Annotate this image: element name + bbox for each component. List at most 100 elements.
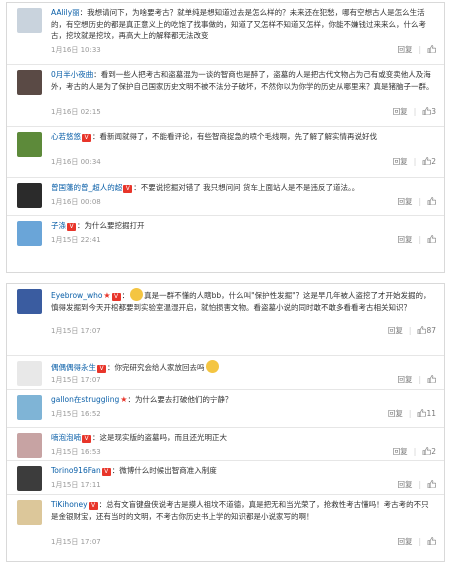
user-avatar[interactable] bbox=[17, 433, 42, 458]
thumbs-up-icon bbox=[427, 479, 436, 488]
comment-text: 你完研究会给人家放回去吗 bbox=[114, 363, 205, 372]
comment-username[interactable]: 子涤 bbox=[51, 221, 66, 230]
comment-item: 子涤 V ：为什么要挖掘打开 1月15日 22:41 回复 | bbox=[7, 216, 444, 254]
like-count: 2 bbox=[431, 157, 436, 167]
verified-badge-icon: V bbox=[82, 435, 91, 443]
comment-body: gallon在struggling★：为什么要去打破他们的宁静？ bbox=[51, 394, 436, 406]
user-avatar[interactable] bbox=[17, 132, 42, 157]
user-avatar[interactable] bbox=[17, 361, 42, 386]
like-button[interactable]: 3 bbox=[422, 107, 436, 116]
comment-username[interactable]: gallon在struggling bbox=[51, 395, 119, 404]
action-divider: | bbox=[408, 408, 412, 418]
comment-body: 喃泡泡喃 V ：这是现实版的盗墓吗，而且还光明正大 bbox=[51, 432, 436, 444]
verified-badge-icon: V bbox=[101, 468, 111, 476]
comment-item: 心若悠悠 V ：看新闻就得了，不能看评论，有些智商捉急的喷个毛线啊，先了解了解实情再… bbox=[7, 127, 444, 178]
comment-actions: 回复 | 11 bbox=[388, 408, 436, 419]
like-count: 11 bbox=[426, 408, 436, 418]
reply-link[interactable]: 回复 bbox=[388, 409, 403, 418]
comment-actions: 回复 | bbox=[397, 196, 436, 207]
comment-text: 为什么要去打破他们的宁静？ bbox=[134, 395, 233, 404]
like-count: 3 bbox=[431, 106, 436, 116]
comment-body: TiKihoney V ：总有文盲键盘侠说考古是摸人祖坟不道德，真是把无和当光荣了，… bbox=[51, 499, 436, 522]
user-avatar[interactable] bbox=[17, 466, 42, 491]
user-avatar[interactable] bbox=[17, 183, 42, 208]
reply-link[interactable]: 回复 bbox=[397, 537, 412, 546]
like-button[interactable] bbox=[427, 44, 436, 54]
comment-body: AAlily丽：我想请问下，为啥要考古？就单纯是想知道过去是怎么样的？未来还在犯… bbox=[51, 7, 436, 42]
comment-username[interactable]: TiKihoney bbox=[51, 500, 88, 509]
comment-colon: ： bbox=[98, 500, 107, 509]
comment-username[interactable]: AAlily丽 bbox=[51, 8, 80, 17]
comment-item: 曾国藩的曾_超人的超 V ：不要说挖掘对错了 我只想问问 货车上面站人是不是违反了道… bbox=[7, 178, 444, 216]
comment-username[interactable]: Torino916Fan bbox=[51, 466, 101, 475]
reply-link[interactable]: 回复 bbox=[397, 480, 412, 489]
user-avatar[interactable] bbox=[17, 289, 42, 314]
comment-item: AAlily丽：我想请问下，为啥要考古？就单纯是想知道过去是怎么样的？未来还在犯… bbox=[7, 3, 444, 65]
user-avatar[interactable] bbox=[17, 8, 42, 33]
verified-badge-icon: V bbox=[111, 293, 121, 301]
comment-username[interactable]: Eyebrow_who bbox=[51, 291, 102, 300]
reply-link[interactable]: 回复 bbox=[393, 107, 408, 116]
action-divider: | bbox=[408, 325, 412, 335]
reply-link[interactable]: 回复 bbox=[393, 157, 408, 166]
comment-item: 偶偶偶得永生 V ：你完研究会给人家放回去吗 1月15日 17:07 回复 | bbox=[7, 356, 444, 390]
star-badge-icon: ★ bbox=[103, 291, 111, 300]
comment-actions: 回复 | bbox=[397, 44, 436, 55]
reply-link[interactable]: 回复 bbox=[397, 197, 412, 206]
comment-actions: 回复 | 2 bbox=[393, 446, 436, 457]
user-avatar[interactable] bbox=[17, 70, 42, 95]
comment-colon: ： bbox=[107, 363, 115, 372]
comment-item: Eyebrow_who★ V：真是一群不懂的人瞎bb，什么叫"保护性发掘"？这是早… bbox=[7, 284, 444, 356]
like-button[interactable]: 11 bbox=[417, 409, 436, 418]
comment-text: 不要说挖掘对错了 我只想问问 货车上面站人是不是违反了道法。。 bbox=[140, 183, 360, 192]
reply-link[interactable]: 回复 bbox=[397, 235, 412, 244]
like-button[interactable] bbox=[427, 536, 436, 546]
comment-timestamp: 1月16日 02:15 bbox=[51, 107, 101, 116]
action-divider: | bbox=[418, 44, 421, 54]
comment-timestamp: 1月15日 16:52 bbox=[51, 409, 101, 418]
comment-actions: 回复 | bbox=[397, 536, 436, 547]
reply-link[interactable]: 回复 bbox=[388, 326, 403, 335]
action-divider: | bbox=[413, 446, 417, 456]
comment-username[interactable]: 喃泡泡喃 bbox=[51, 433, 81, 442]
comment-text: 我想请问下，为啥要考古？就单纯是想知道过去是怎么样的？未来还在犯愁，哪有空想古人… bbox=[51, 8, 426, 41]
comment-body: 偶偶偶得永生 V ：你完研究会给人家放回去吗 bbox=[51, 360, 436, 374]
cat-emoji-icon bbox=[205, 360, 219, 373]
reply-link[interactable]: 回复 bbox=[393, 447, 408, 456]
comment-timestamp: 1月15日 16:53 bbox=[51, 447, 101, 456]
comment-username[interactable]: 偶偶偶得永生 bbox=[51, 363, 96, 372]
reply-link[interactable]: 回复 bbox=[397, 375, 412, 384]
thumbs-up-icon bbox=[427, 44, 436, 53]
action-divider: | bbox=[418, 196, 421, 206]
like-button[interactable]: 2 bbox=[422, 157, 436, 166]
reply-link[interactable]: 回复 bbox=[397, 45, 412, 54]
like-button[interactable] bbox=[427, 374, 436, 384]
comment-timestamp: 1月15日 17:11 bbox=[51, 480, 101, 489]
comment-timestamp: 1月15日 17:07 bbox=[51, 326, 101, 335]
like-button[interactable] bbox=[427, 196, 436, 206]
comment-colon: ： bbox=[121, 291, 130, 300]
thumbs-up-icon bbox=[422, 446, 432, 455]
comment-username[interactable]: 0月半小夜曲 bbox=[51, 70, 93, 79]
user-avatar[interactable] bbox=[17, 221, 42, 246]
comment-timestamp: 1月15日 22:41 bbox=[51, 235, 101, 244]
comment-timestamp: 1月15日 17:07 bbox=[51, 375, 101, 384]
like-button[interactable] bbox=[427, 479, 436, 489]
comment-actions: 回复 | 87 bbox=[388, 325, 436, 336]
comment-timestamp: 1月15日 17:07 bbox=[51, 537, 101, 546]
comment-username[interactable]: 心若悠悠 bbox=[51, 132, 81, 141]
comment-panel-hot: Eyebrow_who★ V：真是一群不懂的人瞎bb，什么叫"保护性发掘"？这是早… bbox=[6, 283, 445, 562]
like-button[interactable]: 2 bbox=[422, 447, 436, 456]
like-button[interactable] bbox=[427, 234, 436, 244]
like-button[interactable]: 87 bbox=[417, 326, 436, 335]
user-avatar[interactable] bbox=[17, 395, 42, 420]
thumbs-up-icon bbox=[427, 536, 436, 545]
comment-username[interactable]: 曾国藩的曾_超人的超 bbox=[51, 183, 122, 192]
comment-colon: ： bbox=[93, 70, 101, 79]
comment-actions: 回复 | 2 bbox=[393, 156, 436, 167]
comment-item: gallon在struggling★：为什么要去打破他们的宁静？ 1月15日 16… bbox=[7, 390, 444, 428]
comment-actions: 回复 | bbox=[397, 479, 436, 490]
comment-body: 心若悠悠 V ：看新闻就得了，不能看评论，有些智商捉急的喷个毛线啊，先了解了解实情再… bbox=[51, 131, 436, 143]
thumbs-up-icon bbox=[422, 106, 432, 115]
user-avatar[interactable] bbox=[17, 500, 42, 525]
